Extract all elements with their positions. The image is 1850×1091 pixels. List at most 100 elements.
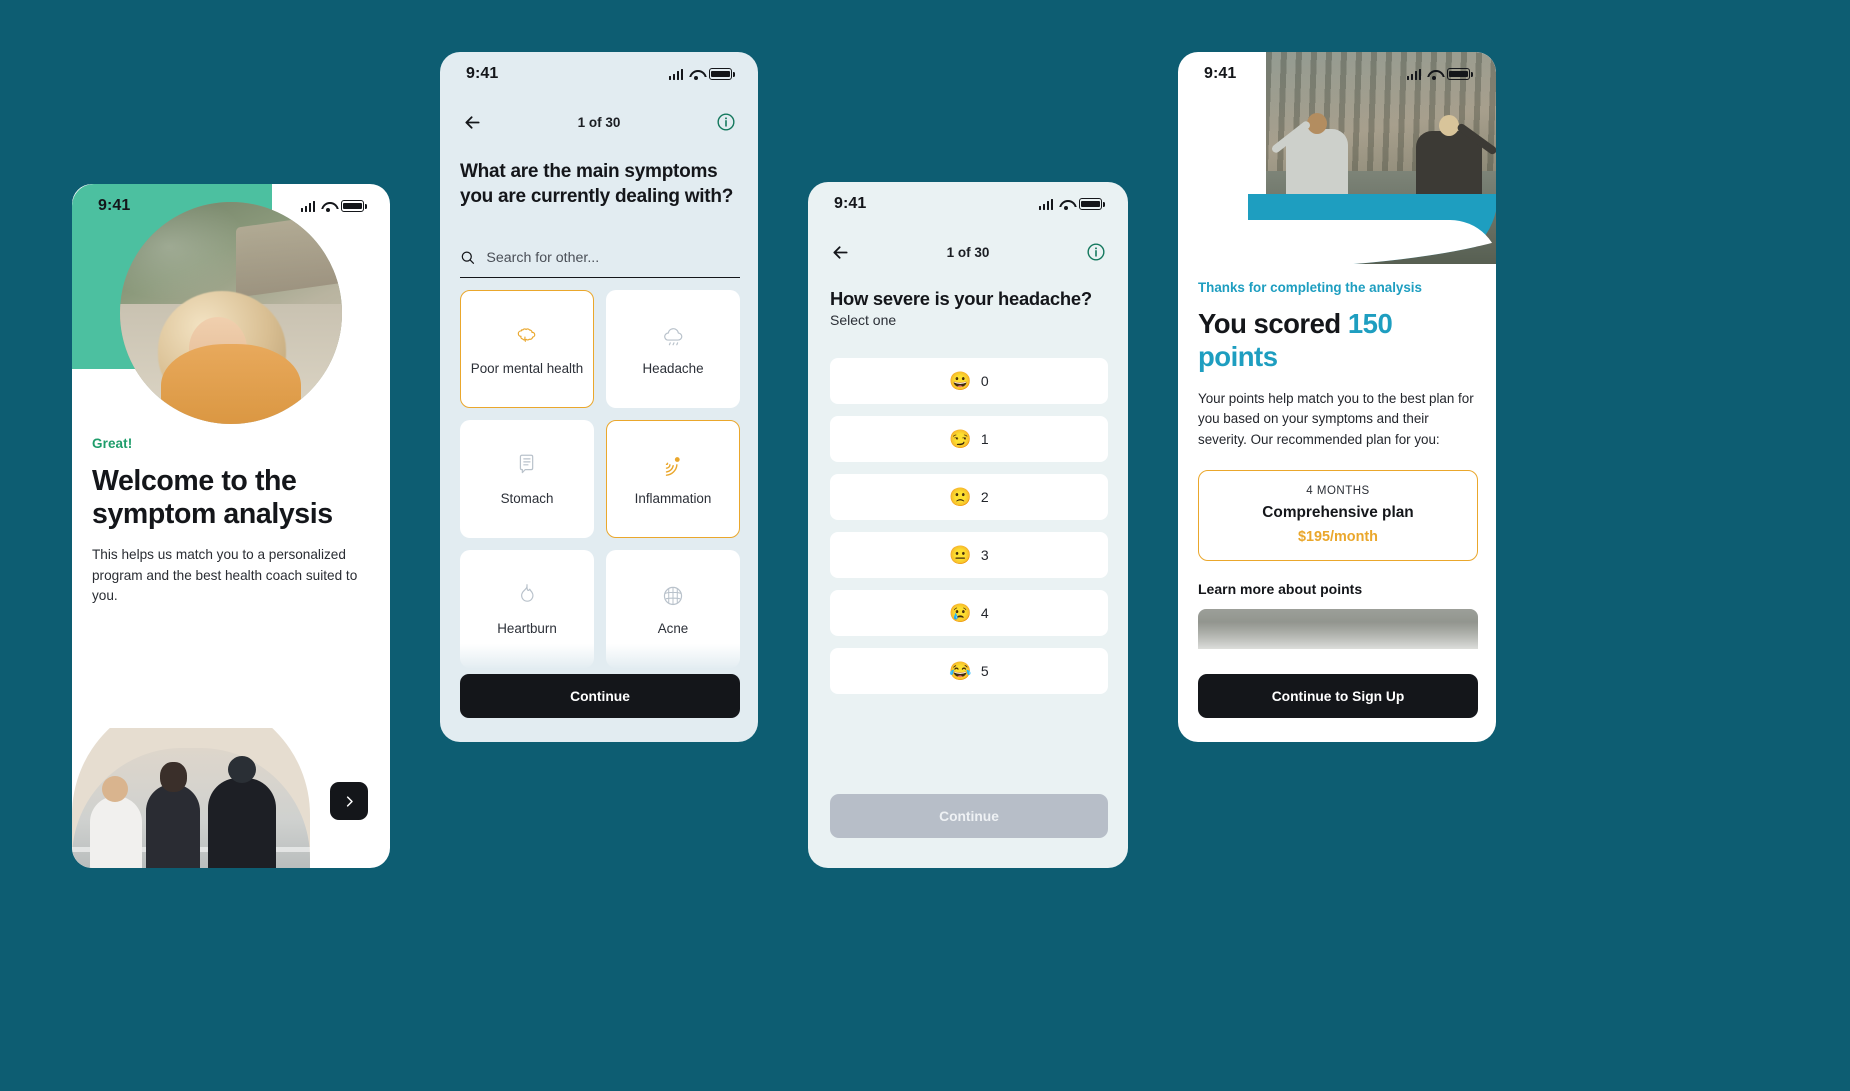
emoji-icon: 😐 [949, 545, 972, 565]
symptom-selection-screen: 9:41 1 of 30 What are the main symptoms … [440, 52, 758, 742]
results-content: Thanks for completing the analysis You s… [1198, 280, 1478, 650]
wifi-icon [1059, 199, 1073, 210]
symptom-card-inflammation[interactable]: Inflammation [606, 420, 740, 538]
status-bar: 9:41 [72, 184, 390, 228]
symptom-label: Poor mental health [470, 360, 584, 376]
info-button[interactable] [714, 110, 738, 134]
symptom-grid: Poor mental health Headache Stomach Infl… [460, 290, 740, 668]
severity-option-4[interactable]: 😢 4 [830, 590, 1108, 636]
emoji-icon: 😢 [949, 603, 972, 623]
battery-icon [341, 200, 367, 212]
welcome-eyebrow: Great! [92, 436, 133, 451]
navigation-bar: 1 of 30 [808, 226, 1128, 278]
continue-button-disabled[interactable]: Continue [830, 794, 1108, 838]
symptom-label: Heartburn [497, 620, 557, 636]
arrow-left-icon [832, 245, 848, 259]
question-subtitle: Select one [830, 312, 897, 328]
emoji-icon: 😏 [949, 429, 972, 449]
results-screen: 9:41 Thanks for completing the analysis … [1178, 52, 1496, 742]
cellular-signal-icon [300, 200, 315, 212]
acne-icon [659, 581, 687, 609]
severity-option-1[interactable]: 😏 1 [830, 416, 1108, 462]
severity-value: 5 [980, 663, 989, 679]
score-value: 150 [1347, 308, 1393, 339]
symptom-card-headache[interactable]: Headache [606, 290, 740, 408]
next-button[interactable] [330, 782, 368, 820]
emoji-icon: 🙁 [949, 487, 972, 507]
status-bar: 9:41 [440, 52, 758, 96]
status-icons [1038, 198, 1105, 210]
severity-options-list: 😀 0 😏 1 🙁 2 😐 3 😢 4 😂 5 [830, 358, 1108, 694]
inflammation-icon [659, 451, 687, 479]
score-description: Your points help match you to the best p… [1198, 391, 1474, 447]
symptom-label: Inflammation [634, 490, 712, 506]
arrow-left-icon [464, 115, 480, 129]
progress-indicator: 1 of 30 [577, 114, 621, 130]
battery-icon [709, 68, 735, 80]
status-icons [1406, 68, 1473, 80]
back-button[interactable] [828, 240, 852, 264]
status-time: 9:41 [98, 197, 131, 214]
status-time: 9:41 [1204, 65, 1237, 82]
plan-duration: 4 MONTHS [1306, 485, 1370, 498]
wifi-icon [1427, 69, 1441, 80]
flame-icon [513, 581, 541, 609]
severity-option-5[interactable]: 😂 5 [830, 648, 1108, 694]
severity-value: 4 [980, 605, 989, 621]
symptom-label: Headache [642, 360, 704, 376]
severity-option-2[interactable]: 🙁 2 [830, 474, 1108, 520]
info-button[interactable] [1084, 240, 1108, 264]
brain-icon [513, 321, 541, 349]
cellular-signal-icon [1038, 198, 1053, 210]
back-button[interactable] [460, 110, 484, 134]
severity-value: 2 [980, 489, 989, 505]
continue-button[interactable]: Continue [460, 674, 740, 718]
severity-value: 1 [980, 431, 989, 447]
cellular-signal-icon [1406, 68, 1421, 80]
info-circle-icon [1087, 243, 1105, 261]
status-bar: 9:41 [808, 182, 1128, 226]
recommended-plan-card[interactable]: 4 MONTHS Comprehensive plan $195/month [1198, 470, 1478, 562]
thanks-message: Thanks for completing the analysis [1198, 280, 1422, 295]
progress-indicator: 1 of 30 [946, 244, 990, 260]
status-bar: 9:41 [1178, 52, 1496, 96]
symptom-card-poor-mental-health[interactable]: Poor mental health [460, 290, 594, 408]
cloud-icon [659, 321, 687, 349]
severity-value: 3 [980, 547, 989, 563]
question-text: What are the main symptoms you are curre… [460, 161, 734, 207]
plan-price: $195/month [1298, 529, 1378, 546]
score-prefix: You scored [1198, 308, 1348, 339]
score-headline: You scored 150 points [1198, 307, 1478, 373]
stomach-icon [513, 451, 541, 479]
status-time: 9:41 [466, 65, 499, 82]
continue-to-sign-up-button[interactable]: Continue to Sign Up [1198, 674, 1478, 718]
search-input[interactable] [486, 249, 740, 266]
emoji-icon: 😂 [949, 661, 972, 681]
welcome-screen: 9:41 Great! Welcome to the symptom analy… [72, 184, 390, 868]
wifi-icon [321, 201, 335, 212]
severity-option-0[interactable]: 😀 0 [830, 358, 1108, 404]
learn-more-teaser-image [1198, 609, 1478, 650]
symptom-label: Acne [657, 620, 689, 636]
wifi-icon [689, 69, 703, 80]
severity-option-3[interactable]: 😐 3 [830, 532, 1108, 578]
symptom-card-acne[interactable]: Acne [606, 550, 740, 668]
cellular-signal-icon [668, 68, 683, 80]
symptom-label: Stomach [500, 490, 554, 506]
screenshot-stage: 9:41 Great! Welcome to the symptom analy… [0, 0, 1850, 1091]
search-field[interactable] [460, 238, 740, 278]
status-time: 9:41 [834, 195, 867, 212]
info-circle-icon [717, 113, 735, 131]
welcome-body-text: This helps us match you to a personalize… [92, 547, 358, 604]
navigation-bar: 1 of 30 [440, 96, 758, 148]
symptom-card-stomach[interactable]: Stomach [460, 420, 594, 538]
symptom-card-heartburn[interactable]: Heartburn [460, 550, 594, 668]
welcome-hero-photo [120, 202, 342, 424]
page-title: Welcome to the symptom analysis [92, 465, 333, 531]
status-icons [300, 200, 367, 212]
chevron-right-icon [346, 795, 353, 807]
emoji-icon: 😀 [949, 371, 972, 391]
severity-value: 0 [980, 373, 989, 389]
battery-icon [1447, 68, 1473, 80]
learn-more-link[interactable]: Learn more about points [1198, 581, 1478, 597]
